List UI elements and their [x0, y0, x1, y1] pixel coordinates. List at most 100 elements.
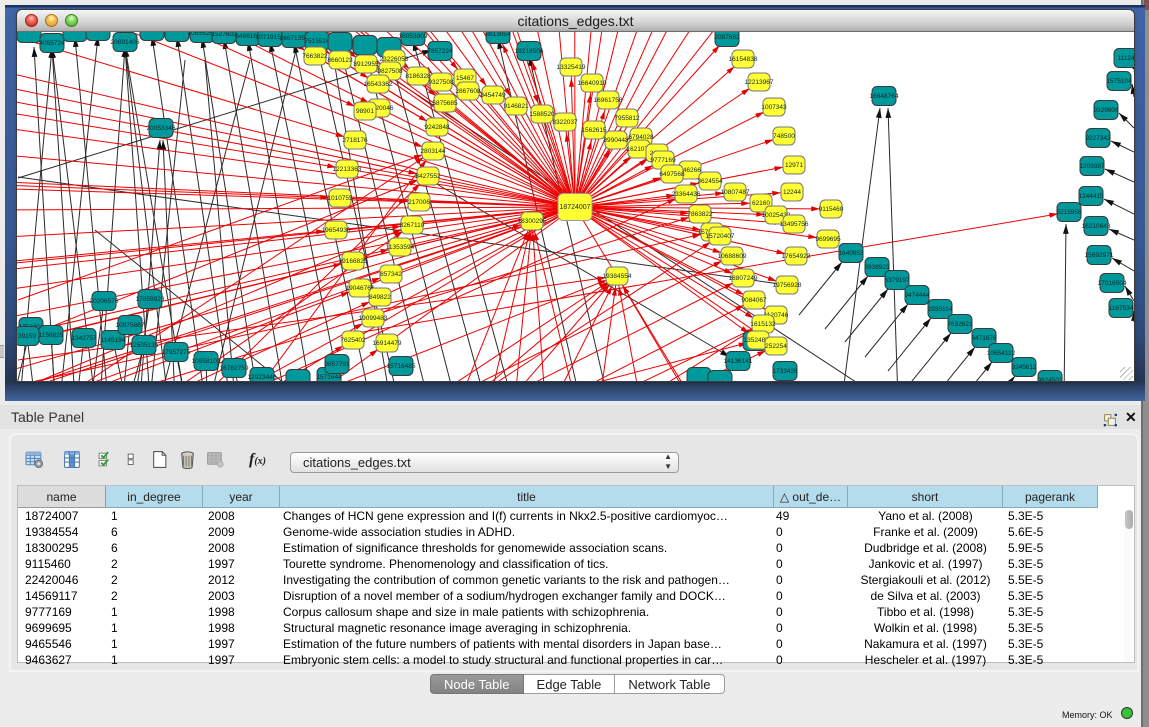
svg-text:8813054: 8813054 — [485, 32, 511, 38]
svg-text:9242848: 9242848 — [424, 124, 450, 131]
svg-text:7625402: 7625402 — [340, 337, 366, 344]
svg-text:849822: 849822 — [369, 294, 391, 301]
svg-text:18724007: 18724007 — [559, 204, 590, 211]
svg-text:7857224: 7857224 — [427, 48, 453, 55]
svg-text:9115460: 9115460 — [819, 206, 844, 213]
svg-text:9327508: 9327508 — [428, 79, 454, 86]
svg-text:8186328: 8186328 — [405, 73, 431, 80]
svg-text:16648764: 16648764 — [870, 93, 899, 100]
svg-text:12971: 12971 — [785, 162, 803, 169]
svg-text:1156829: 1156829 — [39, 332, 64, 339]
svg-text:16154838: 16154838 — [729, 56, 758, 63]
svg-text:8660123: 8660123 — [327, 57, 353, 64]
svg-text:2935114: 2935114 — [928, 306, 953, 313]
svg-text:17016504: 17016504 — [1098, 280, 1127, 287]
svg-text:20691406: 20691406 — [111, 39, 140, 46]
svg-text:98901: 98901 — [356, 108, 374, 115]
svg-text:8322037: 8322037 — [552, 119, 578, 126]
svg-text:8990448: 8990448 — [603, 137, 629, 144]
svg-text:252254: 252254 — [765, 343, 787, 350]
svg-text:19384554: 19384554 — [603, 273, 632, 280]
svg-text:10807487: 10807487 — [721, 189, 750, 196]
svg-text:18300295: 18300295 — [518, 218, 547, 225]
svg-text:217006: 217006 — [408, 199, 430, 206]
svg-text:7863822: 7863822 — [687, 211, 713, 218]
svg-text:5215958: 5215958 — [1056, 209, 1082, 216]
svg-text:16053809: 16053809 — [399, 33, 428, 40]
svg-text:16914479: 16914479 — [373, 340, 402, 347]
svg-text:13495756: 13495756 — [780, 221, 809, 228]
svg-text:12923446: 12923446 — [248, 374, 277, 381]
svg-text:8454749: 8454749 — [480, 92, 506, 99]
svg-text:6379197: 6379197 — [884, 277, 910, 284]
svg-text:62160: 62160 — [752, 200, 770, 207]
svg-text:9777169: 9777169 — [650, 157, 676, 164]
svg-text:15467: 15467 — [456, 75, 474, 82]
svg-text:19218506: 19218506 — [515, 48, 544, 55]
svg-text:5875685: 5875685 — [432, 100, 458, 107]
svg-text:16543362: 16543362 — [364, 81, 393, 88]
svg-text:9824502: 9824502 — [1037, 377, 1063, 381]
svg-text:857342: 857342 — [380, 271, 402, 278]
svg-text:6497568: 6497568 — [659, 171, 685, 178]
svg-text:10688609: 10688609 — [718, 253, 747, 260]
svg-text:18807249: 18807249 — [729, 275, 758, 282]
svg-text:1167534: 1167534 — [1109, 305, 1134, 312]
svg-text:15720407: 15720407 — [706, 233, 735, 240]
svg-text:17654923: 17654923 — [782, 253, 811, 260]
svg-text:11124: 11124 — [1117, 55, 1134, 62]
svg-text:15716485: 15716485 — [387, 363, 416, 370]
svg-text:1615132: 1615132 — [750, 321, 776, 328]
svg-text:1733426: 1733426 — [772, 368, 798, 375]
svg-text:7955812: 7955812 — [614, 115, 640, 122]
svg-text:17859928: 17859928 — [136, 296, 165, 303]
svg-text:10975887: 10975887 — [116, 322, 145, 329]
svg-text:12213363: 12213363 — [333, 166, 362, 173]
svg-text:10958107: 10958107 — [192, 358, 221, 365]
svg-text:15692971: 15692971 — [1085, 252, 1114, 259]
svg-text:1571644: 1571644 — [316, 374, 342, 381]
svg-text:2867608: 2867608 — [455, 88, 481, 95]
svg-text:9474444: 9474444 — [904, 292, 930, 299]
svg-text:20206576: 20206576 — [90, 298, 119, 305]
svg-text:8938923: 8938923 — [864, 264, 890, 271]
svg-text:9827508: 9827508 — [377, 68, 403, 75]
svg-text:748500: 748500 — [773, 133, 795, 140]
svg-text:9857791: 9857791 — [324, 361, 350, 368]
svg-text:16640910: 16640910 — [578, 80, 607, 87]
svg-text:19654936: 19654936 — [322, 227, 351, 234]
svg-text:17957275: 17957275 — [162, 349, 191, 356]
svg-text:2803144: 2803144 — [420, 148, 446, 155]
svg-text:7632621: 7632621 — [947, 321, 973, 328]
svg-text:1640953: 1640953 — [838, 250, 864, 257]
svg-text:1342757: 1342757 — [71, 335, 97, 342]
svg-text:16961758: 16961758 — [594, 97, 623, 104]
svg-text:1562615: 1562615 — [581, 127, 607, 134]
svg-text:16210643: 16210643 — [1082, 223, 1111, 230]
svg-text:8912955: 8912955 — [353, 61, 379, 68]
svg-text:14136141: 14136141 — [724, 358, 753, 365]
svg-text:16782759: 16782759 — [220, 365, 249, 372]
svg-text:2718176: 2718176 — [342, 137, 368, 144]
svg-text:7515524: 7515524 — [304, 38, 330, 45]
svg-text:8471676: 8471676 — [971, 335, 997, 342]
svg-text:9227342: 9227342 — [1085, 135, 1111, 142]
svg-text:1145194: 1145194 — [101, 337, 126, 344]
svg-text:19099483: 19099483 — [359, 315, 388, 322]
svg-text:8427552: 8427552 — [415, 173, 441, 180]
svg-text:10654112: 10654112 — [987, 350, 1016, 357]
svg-text:11353594: 11353594 — [386, 244, 415, 251]
svg-text:1010755: 1010755 — [327, 195, 353, 202]
svg-text:1575104: 1575104 — [1106, 78, 1132, 85]
svg-text:2087682: 2087682 — [714, 34, 740, 41]
svg-text:1007343: 1007343 — [761, 104, 787, 111]
svg-text:9146821: 9146821 — [503, 103, 529, 110]
svg-text:20053346: 20053346 — [147, 125, 176, 132]
svg-text:12213967: 12213967 — [745, 79, 774, 86]
svg-text:1209387: 1209387 — [1079, 163, 1105, 170]
svg-text:9329906: 9329906 — [1093, 107, 1119, 114]
svg-text:9084067: 9084067 — [741, 297, 767, 304]
svg-text:13325419: 13325419 — [557, 64, 586, 71]
svg-text:4055724: 4055724 — [39, 40, 65, 47]
svg-text:7663822: 7663822 — [302, 53, 328, 60]
